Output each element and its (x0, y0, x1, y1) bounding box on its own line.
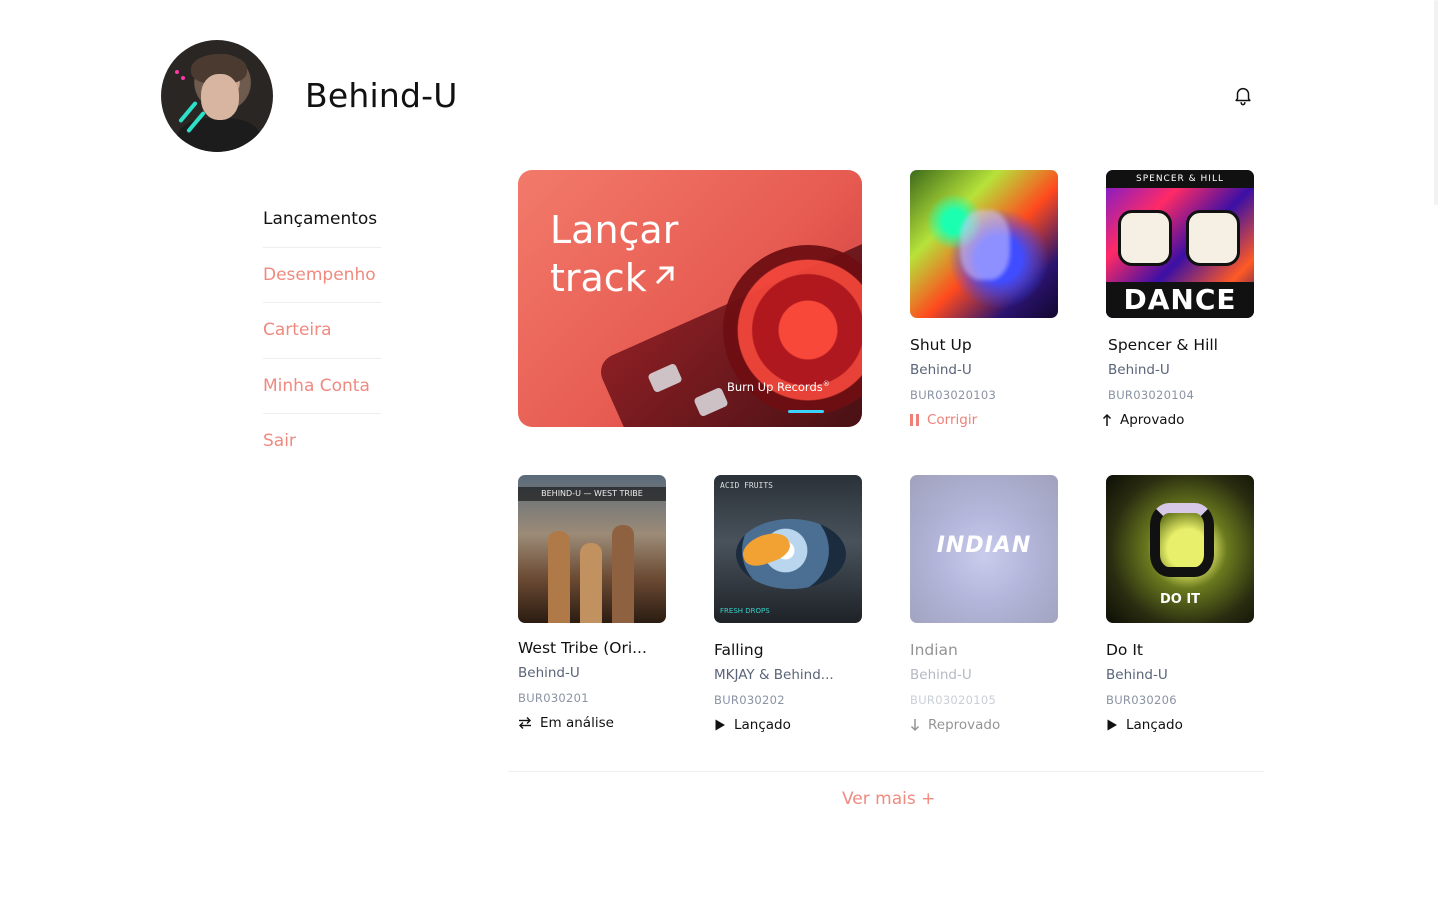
sidebar-item-minha-conta[interactable]: Minha Conta (263, 359, 381, 414)
track-artist: Behind-U (518, 665, 580, 681)
status-badge: Reprovado (910, 717, 1058, 733)
track-title[interactable]: Spencer & Hill (1106, 336, 1254, 354)
track-title[interactable]: Falling (714, 641, 862, 659)
track-cover[interactable]: ACID FRUITS FRESH DROPS (714, 475, 862, 623)
track-artist: Behind-U (910, 362, 972, 378)
track-code: BUR030202 (714, 693, 785, 707)
avatar[interactable] (161, 40, 273, 152)
track-code: BUR03020104 (1108, 388, 1195, 402)
track-card: ACID FRUITS FRESH DROPS Falling MKJAY & … (714, 475, 862, 733)
track-card: DO IT Do It Behind-U BUR030206 Lançado (1106, 475, 1254, 733)
divider (508, 771, 1264, 772)
see-more-button[interactable]: Ver mais + (842, 789, 935, 809)
track-card: INDIAN Indian Behind-U BUR03020105 Repro… (910, 475, 1058, 733)
label-name: Burn Up Records® (727, 380, 830, 394)
arrow-up-icon (1102, 413, 1112, 426)
status-badge: Lançado (1106, 717, 1254, 733)
launch-track-title: Lançar track (550, 208, 679, 300)
track-artist: Behind-U (1108, 362, 1170, 378)
track-cover[interactable]: INDIAN (910, 475, 1058, 623)
track-code: BUR030201 (518, 691, 589, 705)
sidebar-item-carteira[interactable]: Carteira (263, 303, 381, 359)
track-title[interactable]: West Tribe (Ori... (518, 639, 666, 657)
status-badge: Aprovado (1102, 412, 1254, 428)
sidebar-item-desempenho[interactable]: Desempenho (263, 248, 381, 303)
swap-icon (519, 717, 531, 729)
track-title[interactable]: Shut Up (910, 336, 1058, 354)
track-code: BUR030206 (1106, 693, 1177, 707)
status-badge: Em análise (518, 715, 666, 731)
play-icon (715, 719, 725, 731)
bell-icon[interactable] (1232, 84, 1254, 106)
track-artist: MKJAY & Behind... (714, 667, 834, 683)
track-card: Shut Up Behind-U BUR03020103 Corrigir (910, 170, 1058, 428)
artist-name: Behind-U (305, 76, 458, 115)
pause-icon (910, 414, 919, 426)
track-title[interactable]: Indian (910, 641, 1058, 659)
arrow-up-right-icon (655, 265, 674, 285)
launch-track-card[interactable]: Lançar track Burn Up Records® (518, 170, 862, 427)
status-badge: Lançado (714, 717, 862, 733)
arrow-down-icon (910, 719, 920, 732)
sidebar-nav: Lançamentos Desempenho Carteira Minha Co… (263, 192, 381, 470)
track-cover[interactable]: SPENCER & HILL DANCE (1106, 170, 1254, 318)
track-cover[interactable] (910, 170, 1058, 318)
app-page: Behind-U Lançamentos Desempenho Carteira… (0, 0, 1440, 900)
play-icon (1107, 719, 1117, 731)
status-badge: Corrigir (910, 412, 1058, 428)
track-title[interactable]: Do It (1106, 641, 1254, 659)
track-artist: Behind-U (910, 667, 972, 683)
sidebar-item-lancamentos[interactable]: Lançamentos (263, 192, 381, 248)
track-cover[interactable]: DO IT (1106, 475, 1254, 623)
track-code: BUR03020105 (910, 693, 997, 707)
track-cover[interactable]: BEHIND-U — WEST TRIBE (518, 475, 666, 623)
sidebar-item-sair[interactable]: Sair (263, 414, 381, 470)
track-code: BUR03020103 (910, 388, 997, 402)
track-card: BEHIND-U — WEST TRIBE West Tribe (Ori...… (518, 475, 666, 731)
scrollbar[interactable] (1434, 0, 1438, 205)
track-card: SPENCER & HILL DANCE Spencer & Hill Behi… (1102, 170, 1254, 428)
track-artist: Behind-U (1106, 667, 1168, 683)
